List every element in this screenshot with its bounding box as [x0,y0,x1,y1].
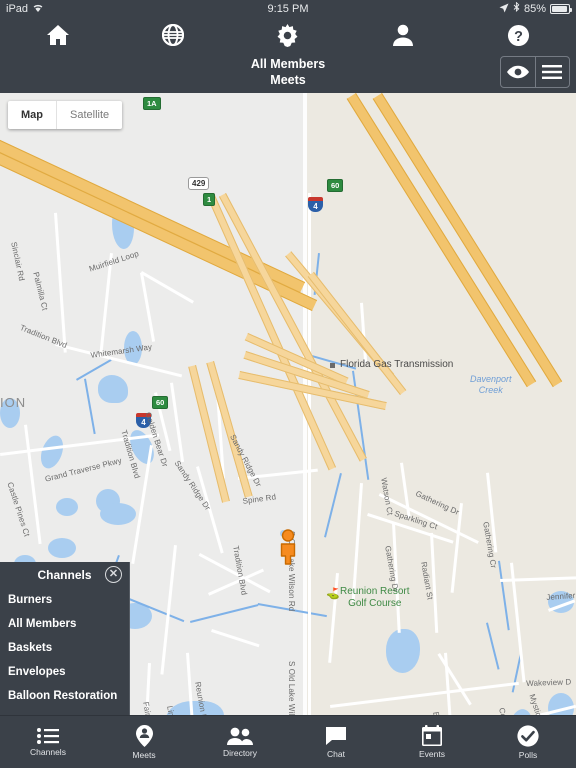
route-shield: 429 [188,177,210,190]
battery-percent-label: 85% [523,3,546,15]
water-body [100,503,136,525]
water-body [48,538,76,558]
tab-label-channels: Channels [30,746,66,757]
home-icon[interactable] [28,18,88,52]
tab-events[interactable]: Events [384,716,480,768]
map-type-map[interactable]: Map [8,101,56,129]
golf-icon: ⛳ [326,588,340,600]
water-label: Davenport Creek [470,374,512,396]
speech-bubble-icon [325,726,347,746]
bluetooth-icon [513,1,520,16]
channels-panel[interactable]: Channels ✕ Burners All Members Baskets E… [0,562,130,715]
tab-meets[interactable]: Meets [96,716,192,768]
people-icon [227,727,253,745]
route-shield: 1A [143,97,161,110]
status-bar-time: 9:15 PM [267,3,309,15]
park-label-line1: Reunion Resort [340,586,410,597]
route-shield: 4 [308,197,323,212]
gear-icon[interactable] [258,18,318,52]
water-body [56,498,78,516]
tab-label-chat: Chat [327,748,345,759]
battery-icon [550,4,572,14]
location-arrow-icon [499,3,509,16]
calendar-icon [422,725,442,746]
tab-label-polls: Polls [518,749,538,760]
water-label-line1: Davenport [470,374,512,384]
water-body [98,375,128,403]
route-shield: 1 [203,193,216,206]
tab-label-directory: Directory [222,747,257,758]
channel-item-all-members[interactable]: All Members [0,612,129,636]
route-shield: 60 [327,179,344,192]
check-circle-icon [517,724,539,747]
poi-marker [330,363,335,368]
tab-bar: Channels Meets Directory Chat Events Pol… [0,715,576,768]
title-bar: All Members Meets [0,52,576,93]
channels-panel-header: Channels ✕ [0,562,129,588]
page-title-line1: All Members [250,57,326,71]
person-icon[interactable] [373,18,433,52]
water-label-line2: Creek [478,385,503,395]
top-toolbar: ? [0,18,576,52]
tab-channels[interactable]: Channels [0,716,96,768]
page-title-line2: Meets [270,73,306,87]
svg-text:?: ? [514,28,523,44]
channel-item-burners[interactable]: Burners [0,588,129,612]
tab-directory[interactable]: Directory [192,716,288,768]
tab-label-events: Events [419,749,445,759]
channel-item-baskets[interactable]: Baskets [0,636,129,660]
map-type-toggle[interactable]: Map Satellite [8,101,123,129]
channels-panel-title: Channels [37,568,92,582]
person-marker[interactable] [277,529,299,565]
tab-polls[interactable]: Polls [480,716,576,768]
park-label: Reunion Resort Golf Course [340,586,409,610]
poi-label: Florida Gas Transmission [340,359,454,370]
close-icon[interactable]: ✕ [105,566,122,583]
street-label: S Old Lake Wilson Rd [287,661,296,715]
list-icon [37,727,59,744]
street-label: Wakeview D [526,677,572,688]
channel-item-envelopes[interactable]: Envelopes [0,660,129,684]
channel-item-balloon-restoration[interactable]: Balloon Restoration [0,684,129,708]
map-pin-icon [135,724,153,747]
globe-icon[interactable] [143,18,203,52]
area-label: ION [0,395,27,410]
tab-label-meets: Meets [132,749,156,760]
park-label-line2: Golf Course [348,598,402,609]
tab-chat[interactable]: Chat [288,716,384,768]
hamburger-icon[interactable] [536,57,570,87]
status-bar: iPad 9:15 PM 85% [0,0,576,18]
help-icon[interactable]: ? [488,18,548,52]
view-controls [500,56,570,88]
map-type-satellite[interactable]: Satellite [56,101,122,129]
page-title: All Members Meets [0,56,576,88]
route-shield: 60 [152,396,169,409]
eye-icon[interactable] [501,57,536,87]
status-bar-right: 85% [499,1,572,16]
